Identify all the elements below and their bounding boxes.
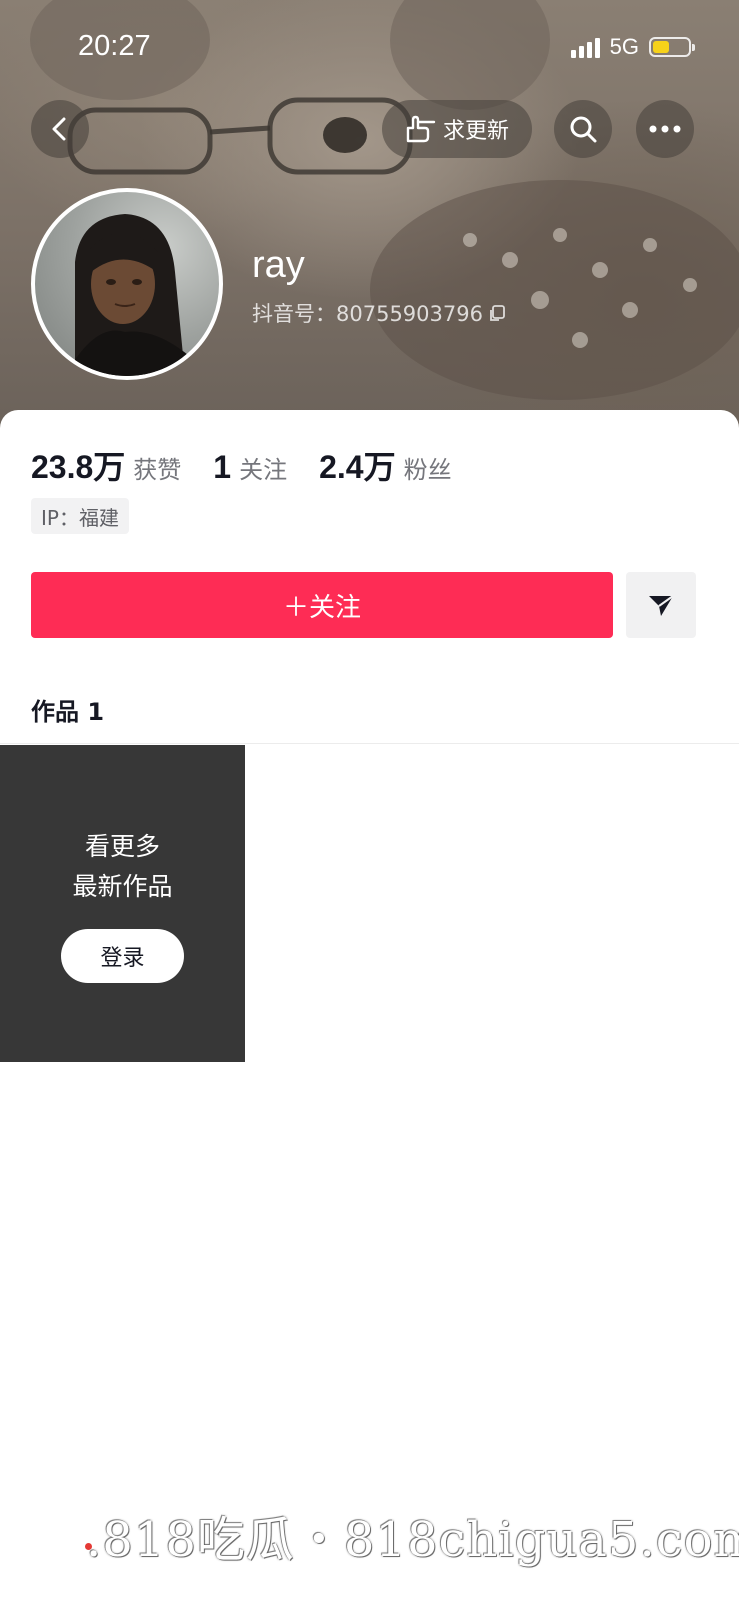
back-button[interactable]: [31, 100, 89, 158]
likes-label: 获赞: [133, 456, 182, 484]
username: ray: [252, 244, 305, 286]
send-icon: [649, 595, 674, 616]
profile-card: 23.8万 获赞 1 关注 2.4万 粉丝 IP：福建 ＋关注 作品 1 看更多…: [0, 410, 739, 1600]
search-button[interactable]: [554, 100, 612, 158]
follow-button[interactable]: ＋关注: [31, 572, 613, 638]
more-button[interactable]: [636, 100, 694, 158]
douyin-id-text: 抖音号：80755903796: [252, 302, 483, 326]
copy-icon[interactable]: [487, 303, 507, 323]
status-icons: 5G: [570, 34, 695, 60]
network-type: 5G: [609, 34, 639, 59]
avatar-image: [65, 214, 210, 376]
request-update-button[interactable]: 求更新: [382, 100, 532, 158]
more-icon: [649, 125, 681, 133]
avatar[interactable]: [31, 188, 223, 380]
signal-icon: [570, 36, 600, 58]
likes-stat: 23.8万 获赞: [31, 442, 181, 488]
followers-count: 2.4万: [319, 449, 396, 485]
douyin-id[interactable]: 抖音号：80755903796: [252, 298, 507, 328]
following-count: 1: [213, 449, 232, 485]
search-icon: [570, 116, 597, 143]
chevron-left-icon: [52, 117, 66, 141]
login-prompt-line1: 看更多: [84, 832, 160, 861]
battery-icon: [649, 37, 695, 57]
tab-works[interactable]: 作品 1: [31, 692, 104, 727]
status-time: 20:27: [78, 30, 151, 62]
likes-count: 23.8万: [31, 449, 126, 485]
share-button[interactable]: [626, 572, 696, 638]
login-button[interactable]: 登录: [61, 929, 184, 983]
login-prompt-tile[interactable]: 看更多 最新作品 登录: [0, 745, 245, 1062]
followers-label: 粉丝: [403, 456, 452, 484]
request-update-label: 求更新: [442, 119, 509, 144]
following-label: 关注: [239, 456, 288, 484]
watermark: .818吃瓜・818chigua5.com: [86, 1512, 739, 1568]
tab-divider: [0, 743, 739, 744]
pointing-hand-icon: [406, 115, 436, 143]
following-stat[interactable]: 1 关注: [213, 449, 287, 486]
followers-stat[interactable]: 2.4万 粉丝: [319, 442, 452, 488]
profile-header-banner: 20:27 5G 求更新 ray 抖音号：80755903796: [0, 0, 739, 440]
profile-stats: 23.8万 获赞 1 关注 2.4万 粉丝: [31, 442, 484, 488]
login-prompt-line2: 最新作品: [72, 872, 173, 901]
ip-location-tag: IP：福建: [31, 498, 129, 534]
